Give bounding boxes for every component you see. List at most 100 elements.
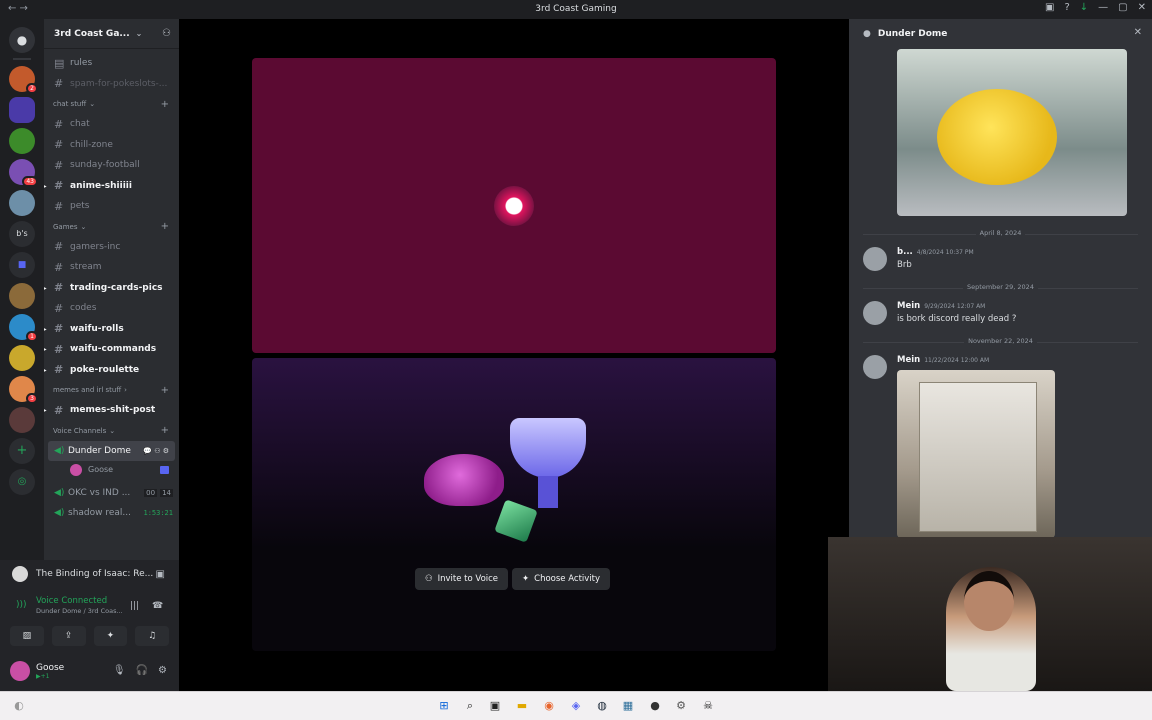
channel-rules[interactable]: ▤ rules bbox=[44, 53, 179, 74]
screen-share-button[interactable]: ⇪ bbox=[51, 626, 86, 646]
channel-spam[interactable]: # spam-for-pokeslots-... bbox=[44, 74, 179, 95]
unread-badge: 3 bbox=[26, 393, 38, 404]
add-user-icon: ⚇ bbox=[425, 574, 433, 584]
create-channel-icon[interactable]: + bbox=[161, 385, 169, 396]
app-icon[interactable]: ▦ bbox=[621, 699, 635, 713]
add-server-icon[interactable]: + bbox=[9, 438, 35, 464]
channel-chill-zone[interactable]: # chill-zone bbox=[44, 135, 179, 156]
server-icon[interactable] bbox=[9, 128, 35, 154]
channel-pets[interactable]: # pets bbox=[44, 196, 179, 217]
server-icon[interactable] bbox=[9, 190, 35, 216]
file-explorer-icon[interactable]: ▬ bbox=[515, 699, 529, 713]
headphones-icon[interactable]: 🎧 bbox=[136, 665, 148, 676]
voice-channel-actions[interactable]: 💬 ⚇ ⚙ bbox=[143, 447, 169, 455]
category-memes[interactable]: memes and irl stuff › + bbox=[44, 380, 179, 400]
channel-anime[interactable]: ▶ # anime-shiiiii bbox=[44, 176, 179, 197]
voice-channel-okc[interactable]: ◀) OKC vs IND ... 00 14 bbox=[44, 483, 179, 503]
camera-button[interactable]: ▨ bbox=[10, 626, 44, 646]
channel-chat[interactable]: # chat bbox=[44, 114, 179, 135]
category-games[interactable]: Games ⌄ + bbox=[44, 217, 179, 237]
server-header[interactable]: 3rd Coast Ga... ⌄ ⚇ bbox=[44, 19, 179, 49]
message-author[interactable]: b... bbox=[897, 247, 913, 257]
search-icon[interactable]: ⌕ bbox=[463, 699, 477, 713]
create-channel-icon[interactable]: + bbox=[161, 99, 169, 110]
noise-suppression-icon[interactable]: ||| bbox=[130, 601, 139, 611]
minimize-icon[interactable]: — bbox=[1098, 2, 1108, 13]
message-author[interactable]: Mein bbox=[897, 301, 920, 311]
channel-waifu-commands[interactable]: ▶ # waifu-commands bbox=[44, 339, 179, 360]
channel-waifu-rolls[interactable]: ▶ # waifu-rolls bbox=[44, 319, 179, 340]
channel-stream[interactable]: # stream bbox=[44, 257, 179, 278]
channel-label: memes-shit-post bbox=[70, 405, 156, 416]
create-channel-icon[interactable]: + bbox=[161, 425, 169, 436]
taskbar: ◐ ⊞ ⌕ ▣ ▬ ◉ ◈ ◍ ▦ ● ⚙ ☠ bbox=[0, 691, 1152, 720]
activity-row[interactable]: The Binding of Isaac: Re... ▣ bbox=[0, 560, 179, 588]
invite-people-icon[interactable]: ⚇ bbox=[162, 28, 171, 39]
window-controls: ▣ ? ↓ — ▢ ✕ bbox=[1045, 2, 1146, 13]
close-icon[interactable]: ✕ bbox=[1134, 27, 1142, 38]
channel-codes[interactable]: # codes bbox=[44, 298, 179, 319]
voice-channel-shadow[interactable]: ◀) shadow real... 1:53:21 bbox=[44, 503, 179, 523]
hash-icon: # bbox=[54, 138, 64, 152]
invite-to-voice-button[interactable]: ⚇ Invite to Voice bbox=[415, 568, 509, 590]
server-icon[interactable] bbox=[9, 283, 35, 309]
chat-message[interactable]: b... 4/8/2024 10:37 PM Brb bbox=[863, 247, 1142, 277]
obs-icon[interactable]: ● bbox=[648, 699, 662, 713]
channel-trading-cards[interactable]: ▶ # trading-cards-pics bbox=[44, 278, 179, 299]
activity-icon[interactable]: ▣ bbox=[156, 569, 165, 580]
image-attachment[interactable] bbox=[897, 370, 1055, 538]
account-row[interactable]: Goose ▶+1 🎙 🎧 ⚙ bbox=[0, 653, 179, 689]
create-channel-icon[interactable]: + bbox=[161, 221, 169, 232]
category-chat-stuff[interactable]: chat stuff ⌄ + bbox=[44, 94, 179, 114]
home-button[interactable]: ● bbox=[9, 27, 35, 53]
image-attachment[interactable] bbox=[897, 49, 1127, 216]
settings-icon[interactable]: ⚙ bbox=[674, 699, 688, 713]
channel-sunday-football[interactable]: # sunday-football bbox=[44, 155, 179, 176]
message-timestamp: 11/22/2024 12:00 AM bbox=[924, 357, 990, 364]
discord-icon[interactable]: ◈ bbox=[569, 699, 583, 713]
avatar bbox=[70, 463, 82, 476]
rules-icon: ▤ bbox=[54, 56, 65, 70]
discover-icon[interactable]: ◎ bbox=[9, 469, 35, 495]
start-icon[interactable]: ⊞ bbox=[437, 699, 451, 713]
server-icon[interactable]: 1 bbox=[9, 314, 38, 342]
close-icon[interactable]: ✕ bbox=[1138, 2, 1146, 13]
widgets-icon[interactable]: ◐ bbox=[12, 699, 26, 713]
server-icon[interactable] bbox=[9, 345, 35, 371]
message-author[interactable]: Mein bbox=[897, 355, 920, 365]
server-icon[interactable]: 3 bbox=[9, 376, 38, 404]
channel-memes[interactable]: ▶ # memes-shit-post bbox=[44, 400, 179, 421]
voice-channel-dunder-dome[interactable]: ◀) Dunder Dome 💬 ⚇ ⚙ bbox=[48, 440, 175, 461]
channel-gamers-inc[interactable]: # gamers-inc bbox=[44, 237, 179, 258]
activity-button[interactable]: ✦ bbox=[93, 626, 128, 646]
settings-icon[interactable]: ⚙ bbox=[158, 665, 167, 676]
server-folder-icon[interactable]: ■ bbox=[9, 252, 35, 278]
participant-tile[interactable] bbox=[252, 58, 776, 353]
firefox-icon[interactable]: ◉ bbox=[542, 699, 556, 713]
steam-icon[interactable]: ◍ bbox=[595, 699, 609, 713]
help-icon[interactable]: ? bbox=[1064, 2, 1069, 13]
title-bar: ← → 3rd Coast Gaming ▣ ? ↓ — ▢ ✕ bbox=[0, 0, 1152, 19]
unread-badge: 43 bbox=[22, 176, 38, 187]
voice-user[interactable]: Goose bbox=[44, 461, 179, 479]
download-icon[interactable]: ↓ bbox=[1080, 2, 1088, 13]
hash-icon: # bbox=[54, 301, 64, 315]
maximize-icon[interactable]: ▢ bbox=[1118, 2, 1127, 13]
hash-icon: # bbox=[54, 117, 64, 131]
disconnect-icon[interactable]: ☎ bbox=[152, 601, 163, 611]
skull-app-icon[interactable]: ☠ bbox=[701, 699, 715, 713]
server-icon[interactable] bbox=[9, 407, 35, 433]
channel-poke-roulette[interactable]: ▶ # poke-roulette bbox=[44, 360, 179, 381]
task-view-icon[interactable]: ▣ bbox=[488, 699, 502, 713]
inbox-icon[interactable]: ▣ bbox=[1045, 2, 1054, 13]
soundboard-button[interactable]: ♫ bbox=[135, 626, 169, 646]
choose-activity-button[interactable]: ✦ Choose Activity bbox=[512, 568, 611, 590]
server-folder[interactable]: b's bbox=[9, 221, 35, 247]
server-icon-active[interactable] bbox=[9, 97, 35, 123]
server-icon[interactable]: 43 bbox=[9, 159, 38, 187]
chat-message[interactable]: Mein 9/29/2024 12:07 AM is bork discord r… bbox=[863, 301, 1142, 331]
microphone-icon[interactable]: 🎙 bbox=[113, 665, 126, 676]
server-icon[interactable]: 2 bbox=[9, 66, 38, 94]
category-voice[interactable]: Voice Channels ⌄ + bbox=[44, 421, 179, 441]
channel-label: pets bbox=[70, 201, 90, 212]
